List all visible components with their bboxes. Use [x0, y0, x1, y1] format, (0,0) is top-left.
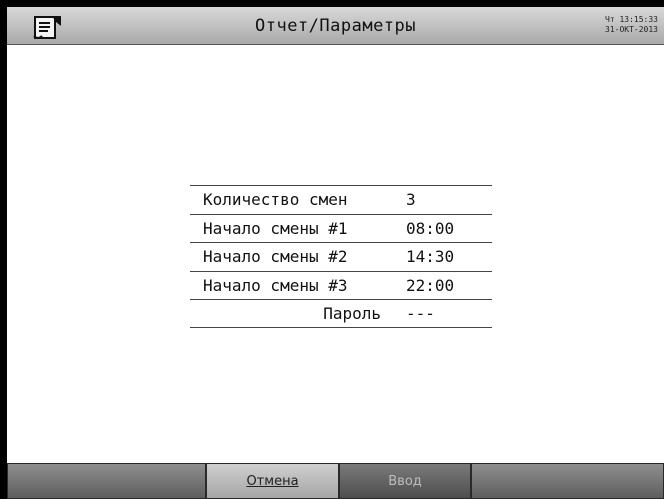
param-value[interactable]: 22:00 [395, 276, 492, 295]
param-row-shift-count[interactable]: Количество смен 3 [190, 185, 492, 214]
params-table: Количество смен 3 Начало смены #1 08:00 … [190, 185, 492, 328]
password-field[interactable]: --- [395, 304, 492, 323]
enter-button-label: Ввод [388, 473, 422, 489]
param-value[interactable]: 14:30 [395, 247, 492, 266]
title-bar: Отчет/Параметры Чт 13:15:33 31-ОКТ-2013 [7, 7, 664, 45]
main-panel: Количество смен 3 Начало смены #1 08:00 … [7, 45, 664, 463]
param-label: Начало смены #3 [203, 275, 348, 295]
softkey-empty-2[interactable] [471, 463, 664, 499]
screen-frame: Отчет/Параметры Чт 13:15:33 31-ОКТ-2013 … [0, 0, 664, 499]
cancel-button[interactable]: Отмена [206, 463, 339, 499]
param-row-shift-1-start[interactable]: Начало смены #1 08:00 [190, 213, 492, 243]
clock-date: 31-ОКТ-2013 [605, 25, 658, 34]
softkey-empty-1[interactable] [7, 463, 206, 499]
param-label: Пароль [323, 303, 381, 323]
footer-bar: Отмена Ввод [7, 463, 664, 499]
param-value[interactable]: 3 [395, 190, 492, 209]
param-value[interactable]: 08:00 [395, 219, 492, 238]
clock: Чт 13:15:33 31-ОКТ-2013 [605, 15, 658, 35]
param-row-shift-3-start[interactable]: Начало смены #3 22:00 [190, 270, 492, 300]
clock-time: Чт 13:15:33 [605, 15, 658, 24]
param-label: Количество смен [203, 190, 348, 210]
param-row-shift-2-start[interactable]: Начало смены #2 14:30 [190, 242, 492, 271]
enter-button[interactable]: Ввод [339, 463, 471, 499]
param-row-password[interactable]: Пароль --- [190, 299, 492, 328]
cancel-button-label: Отмена [246, 473, 299, 489]
page-title: Отчет/Параметры [254, 16, 417, 36]
param-label: Начало смены #1 [203, 218, 348, 238]
param-label: Начало смены #2 [203, 247, 348, 267]
